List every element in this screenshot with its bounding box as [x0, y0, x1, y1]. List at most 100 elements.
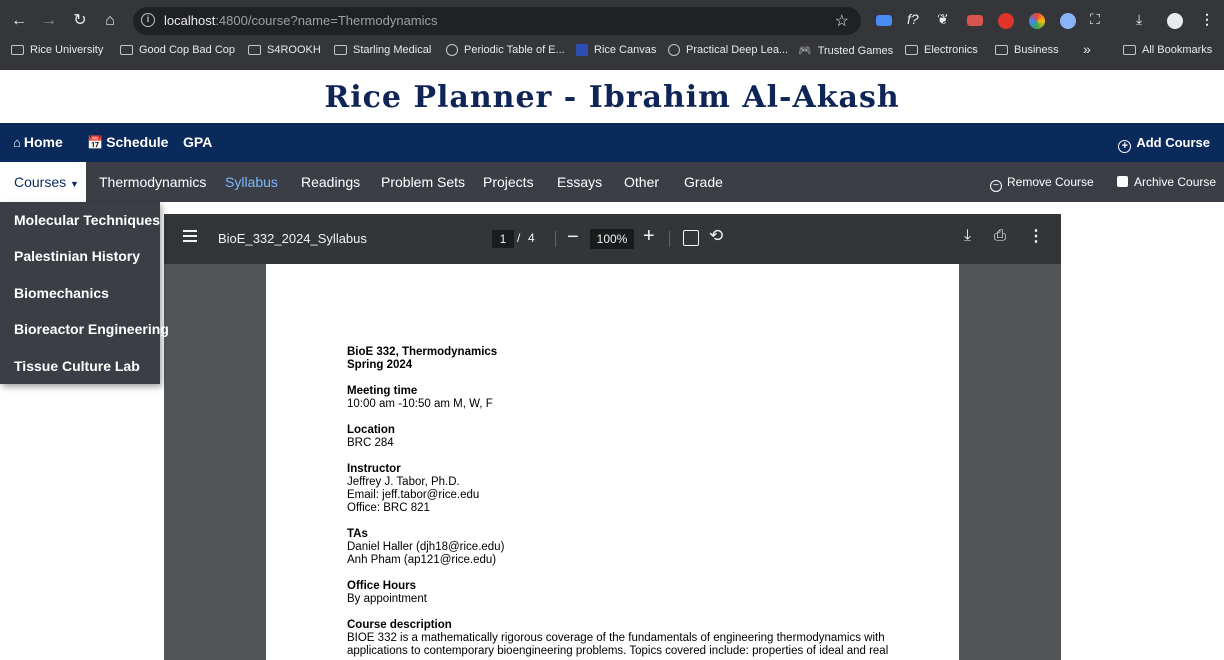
- tab-syllabus[interactable]: Syllabus: [225, 162, 278, 202]
- course-nav: Courses ▼ Thermodynamics Syllabus Readin…: [0, 162, 1224, 202]
- bookmark-business[interactable]: Business: [995, 44, 1059, 56]
- primary-nav: ⌂ Home 📅 Schedule GPA + Add Course: [0, 123, 1224, 162]
- folder-icon: [334, 45, 347, 55]
- forward-icon[interactable]: →: [38, 10, 60, 32]
- course-heading: BioE 332, Thermodynamics: [347, 346, 498, 358]
- calendar-icon: 📅: [87, 135, 104, 150]
- folder-icon: [11, 45, 24, 55]
- back-icon[interactable]: ←: [8, 10, 30, 32]
- bookmark-good-cop-bad-cop[interactable]: Good Cop Bad Cop: [120, 44, 235, 56]
- print-icon[interactable]: ⎙: [994, 227, 1006, 244]
- fit-page-icon[interactable]: [683, 230, 699, 246]
- page-separator: /: [517, 231, 521, 245]
- download-icon[interactable]: ⤓: [964, 227, 971, 245]
- tab-projects[interactable]: Projects: [483, 162, 534, 202]
- all-bookmarks-button[interactable]: All Bookmarks: [1123, 44, 1212, 56]
- address-bar[interactable]: i localhost:4800/course?name=Thermodynam…: [133, 7, 861, 35]
- extension-icon[interactable]: [998, 13, 1014, 29]
- extension-icon[interactable]: f?: [907, 11, 919, 27]
- more-options-icon[interactable]: ⋮: [1028, 226, 1044, 246]
- minus-circle-icon: −: [990, 180, 1002, 192]
- extension-icon[interactable]: [1029, 13, 1045, 29]
- reload-icon[interactable]: ↻: [69, 10, 91, 32]
- page-title: Rice Planner - Ibrahim Al-Akash: [0, 70, 1224, 123]
- toolbar-divider: [555, 231, 556, 247]
- extensions-puzzle-icon[interactable]: ⛶: [1090, 11, 1100, 28]
- zoom-in-icon[interactable]: +: [643, 225, 655, 248]
- archive-course-button[interactable]: Archive Course: [1117, 162, 1216, 202]
- tab-thermodynamics[interactable]: Thermodynamics: [99, 162, 206, 202]
- menu-icon[interactable]: [183, 230, 197, 245]
- toolbar-divider: [669, 231, 670, 247]
- office-hours: By appointment: [347, 593, 427, 605]
- gamepad-icon: 🎮: [798, 45, 812, 57]
- bookmarks-overflow-button[interactable]: »: [1083, 41, 1091, 57]
- browser-toolbar: ← → ↻ ⌂ i localhost:4800/course?name=The…: [0, 6, 1224, 36]
- bookmark-s4rookh[interactable]: S4ROOKH: [248, 44, 321, 56]
- canvas-icon: [576, 44, 588, 56]
- syllabus-content: BioE 332, Thermodynamics Spring 2024 Mee…: [347, 346, 907, 658]
- meeting-time: 10:00 am -10:50 am M, W, F: [347, 398, 493, 410]
- bookmark-trusted-games[interactable]: 🎮 Trusted Games: [798, 44, 893, 58]
- globe-icon: [668, 44, 680, 56]
- location: BRC 284: [347, 437, 394, 449]
- zoom-input[interactable]: 100%: [590, 229, 634, 249]
- nav-schedule[interactable]: 📅 Schedule: [87, 123, 168, 162]
- course-option-biomechanics[interactable]: Biomechanics: [0, 275, 160, 311]
- profile-avatar[interactable]: [1167, 13, 1183, 29]
- extension-icon[interactable]: [876, 15, 892, 26]
- downloads-icon[interactable]: ⤓: [1136, 11, 1142, 28]
- folder-icon: [248, 45, 261, 55]
- add-course-button[interactable]: + Add Course: [1118, 123, 1210, 162]
- bookmark-electronics[interactable]: Electronics: [905, 44, 978, 56]
- site-info-icon[interactable]: i: [141, 13, 155, 27]
- folder-icon: [905, 45, 918, 55]
- ta-entry: Anh Pham (ap121@rice.edu): [347, 554, 497, 566]
- bookmark-periodic-table[interactable]: Periodic Table of E...: [446, 44, 565, 56]
- pdf-viewer: BioE_332_2024_Syllabus 1 / 4 − 100% + ⟲ …: [164, 214, 1061, 660]
- tab-essays[interactable]: Essays: [557, 162, 602, 202]
- extension-icon[interactable]: [967, 15, 983, 26]
- tab-grade[interactable]: Grade: [684, 162, 723, 202]
- folder-icon: [995, 45, 1008, 55]
- bookmark-star-icon[interactable]: ☆: [835, 11, 849, 31]
- courses-dropdown-toggle[interactable]: Courses ▼: [0, 162, 86, 202]
- bookmark-rice-canvas[interactable]: Rice Canvas: [576, 44, 656, 56]
- extension-icon[interactable]: [1060, 13, 1076, 29]
- course-option-tissue-culture-lab[interactable]: Tissue Culture Lab: [0, 348, 160, 384]
- url-text: localhost:4800/course?name=Thermodynamic…: [164, 13, 438, 28]
- tab-other[interactable]: Other: [624, 162, 659, 202]
- bookmark-practical-deep-learning[interactable]: Practical Deep Lea...: [668, 44, 788, 56]
- pdf-page: BioE 332, Thermodynamics Spring 2024 Mee…: [266, 264, 959, 660]
- rotate-icon[interactable]: ⟲: [709, 226, 723, 246]
- bookmark-rice-university[interactable]: Rice University: [11, 44, 103, 56]
- pdf-filename: BioE_332_2024_Syllabus: [218, 231, 367, 246]
- course-option-bioreactor-engineering[interactable]: Bioreactor Engineering: [0, 311, 169, 347]
- page-total: 4: [528, 231, 535, 245]
- zoom-out-icon[interactable]: −: [567, 226, 579, 249]
- course-option-palestinian-history[interactable]: Palestinian History: [0, 238, 160, 274]
- bookmarks-bar: Rice University Good Cop Bad Cop S4ROOKH…: [0, 40, 1224, 64]
- nav-home[interactable]: ⌂ Home: [13, 123, 63, 162]
- course-option-molecular-techniques[interactable]: Molecular Techniques: [0, 202, 160, 238]
- extension-icon[interactable]: ❦: [937, 11, 949, 28]
- home-icon: ⌂: [13, 135, 21, 150]
- caret-down-icon: ▼: [70, 179, 79, 189]
- bookmark-starling-medical[interactable]: Starling Medical: [334, 44, 431, 56]
- tas-heading: TAs: [347, 528, 368, 540]
- courses-dropdown-menu: Molecular Techniques Palestinian History…: [0, 202, 169, 384]
- nav-gpa[interactable]: GPA: [183, 123, 212, 162]
- pdf-toolbar: BioE_332_2024_Syllabus 1 / 4 − 100% + ⟲ …: [164, 214, 1061, 264]
- office-hours-heading: Office Hours: [347, 580, 417, 592]
- remove-course-button[interactable]: − Remove Course: [990, 162, 1094, 202]
- instructor-email: Email: jeff.tabor@rice.edu: [347, 489, 480, 501]
- course-description-line: applications to contemporary bioengineer…: [347, 645, 889, 657]
- page-number-input[interactable]: 1: [492, 230, 514, 248]
- instructor-heading: Instructor: [347, 463, 401, 475]
- home-icon[interactable]: ⌂: [99, 10, 121, 32]
- plus-circle-icon: +: [1118, 140, 1132, 153]
- tab-problem-sets[interactable]: Problem Sets: [381, 162, 465, 202]
- browser-menu-icon[interactable]: ⋮: [1200, 11, 1214, 28]
- course-description-heading: Course description: [347, 619, 452, 631]
- tab-readings[interactable]: Readings: [301, 162, 360, 202]
